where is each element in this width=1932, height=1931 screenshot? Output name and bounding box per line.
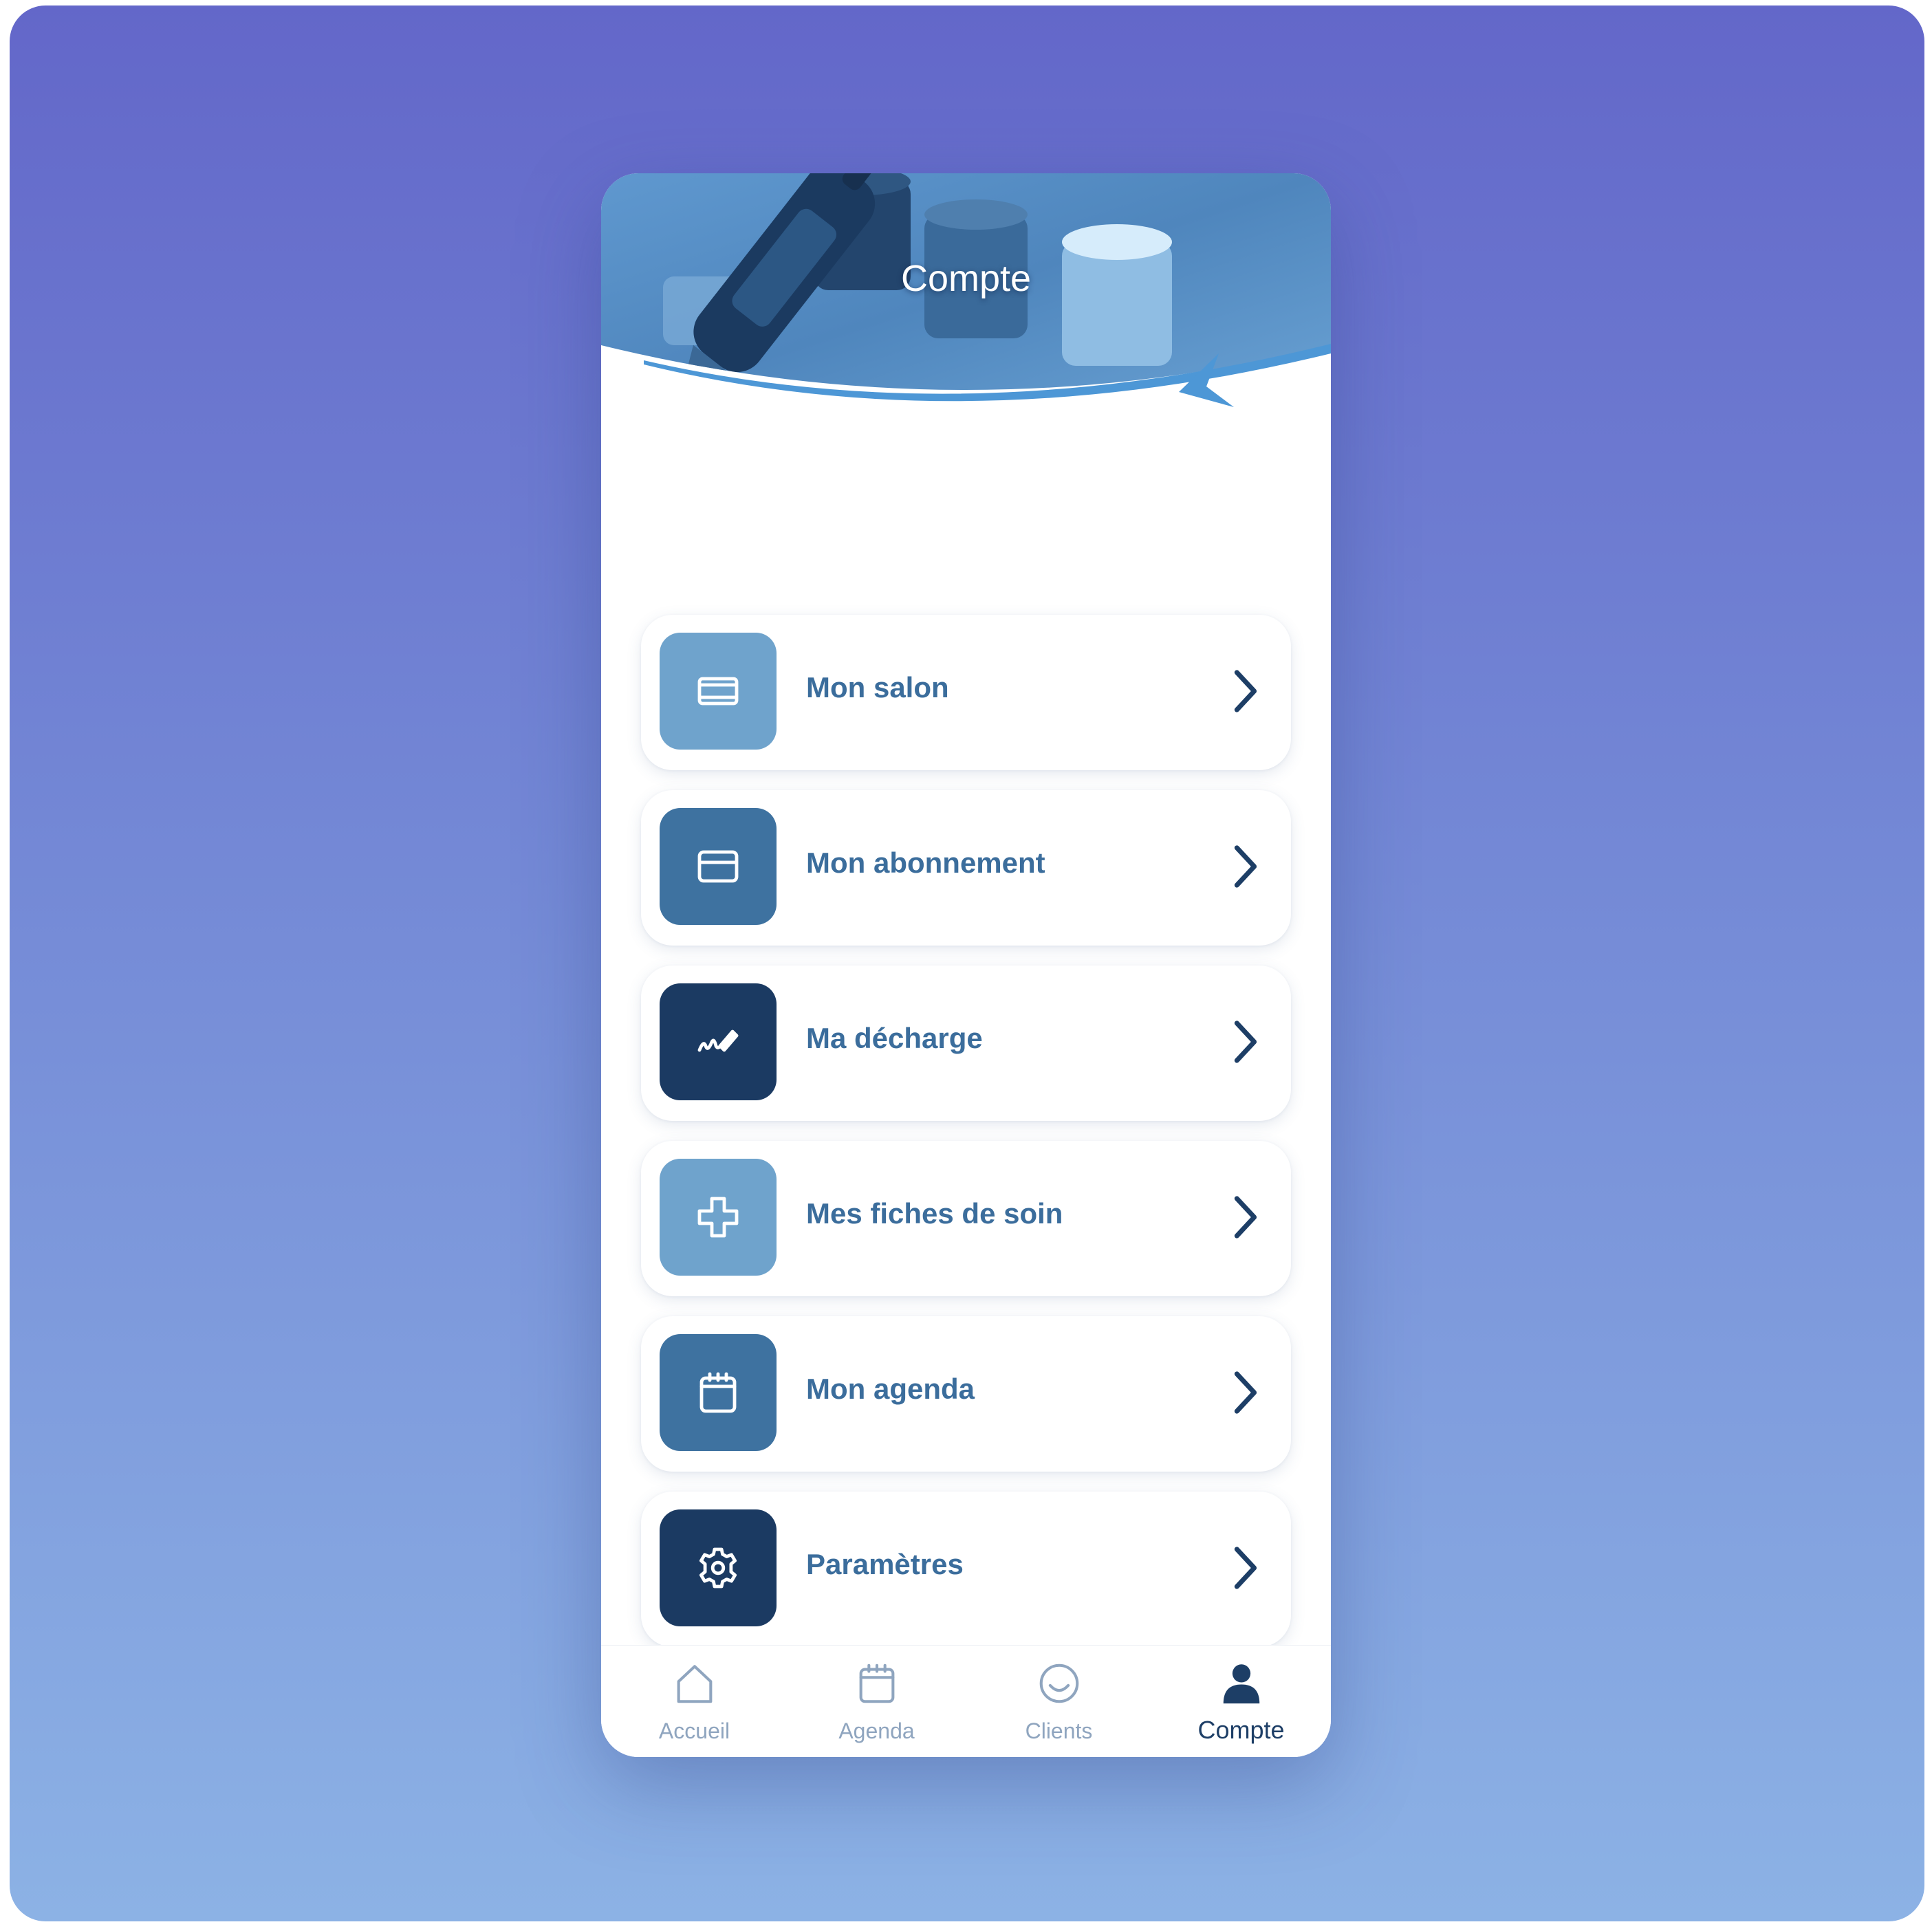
menu-item-mon-salon[interactable]: Mon salon — [641, 615, 1291, 770]
ticket-icon — [660, 633, 777, 750]
bottom-tab-bar: Accueil Agenda Clients Compte — [601, 1645, 1331, 1757]
chevron-right-icon — [1234, 1371, 1257, 1414]
page-title: Compte — [900, 258, 1032, 299]
signature-icon — [660, 983, 777, 1100]
menu-item-label: Mes fiches de soin — [806, 1197, 1063, 1230]
menu-list: Mon salon Mon abonnement Ma décharge Mes… — [601, 435, 1331, 1726]
menu-item-label: Mon abonnement — [806, 847, 1045, 879]
smiley-icon — [1039, 1663, 1079, 1703]
tab-label: Accueil — [658, 1719, 730, 1743]
menu-item-mon-abonnement[interactable]: Mon abonnement — [641, 790, 1291, 946]
tab-label: Clients — [1025, 1719, 1093, 1743]
chevron-right-icon — [1234, 1547, 1257, 1589]
calendar-icon — [660, 1334, 777, 1451]
menu-item-parametres[interactable]: Paramètres — [641, 1492, 1291, 1647]
credit-card-icon — [660, 808, 777, 925]
menu-item-mes-fiches-de-soin[interactable]: Mes fiches de soin — [641, 1141, 1291, 1296]
medical-cross-icon — [660, 1159, 777, 1276]
menu-item-label: Ma décharge — [806, 1022, 983, 1054]
tab-accueil[interactable]: Accueil — [603, 1646, 785, 1757]
menu-item-ma-decharge[interactable]: Ma décharge — [641, 966, 1291, 1121]
menu-item-label: Paramètres — [806, 1548, 964, 1580]
tab-clients[interactable]: Clients — [968, 1646, 1150, 1757]
tab-compte[interactable]: Compte — [1150, 1646, 1331, 1757]
menu-item-label: Mon salon — [806, 671, 949, 703]
user-icon — [1223, 1664, 1260, 1704]
chevron-right-icon — [1234, 1021, 1257, 1063]
chevron-right-icon — [1234, 845, 1257, 888]
tab-agenda[interactable]: Agenda — [785, 1646, 968, 1757]
tab-label: Agenda — [838, 1719, 915, 1743]
chevron-right-icon — [1234, 1196, 1257, 1239]
backdrop: Compte Mon salon Mon abonnement Ma décha… — [10, 6, 1924, 1921]
calendar-icon — [859, 1663, 895, 1703]
menu-item-mon-agenda[interactable]: Mon agenda — [641, 1316, 1291, 1472]
menu-item-label: Mon agenda — [806, 1373, 975, 1405]
gear-icon — [660, 1509, 777, 1626]
phone-screen: Compte Mon salon Mon abonnement Ma décha… — [601, 173, 1331, 1757]
chevron-right-icon — [1234, 670, 1257, 712]
tab-label: Compte — [1197, 1716, 1285, 1744]
home-icon — [677, 1665, 713, 1703]
header-banner: Compte — [601, 173, 1331, 411]
